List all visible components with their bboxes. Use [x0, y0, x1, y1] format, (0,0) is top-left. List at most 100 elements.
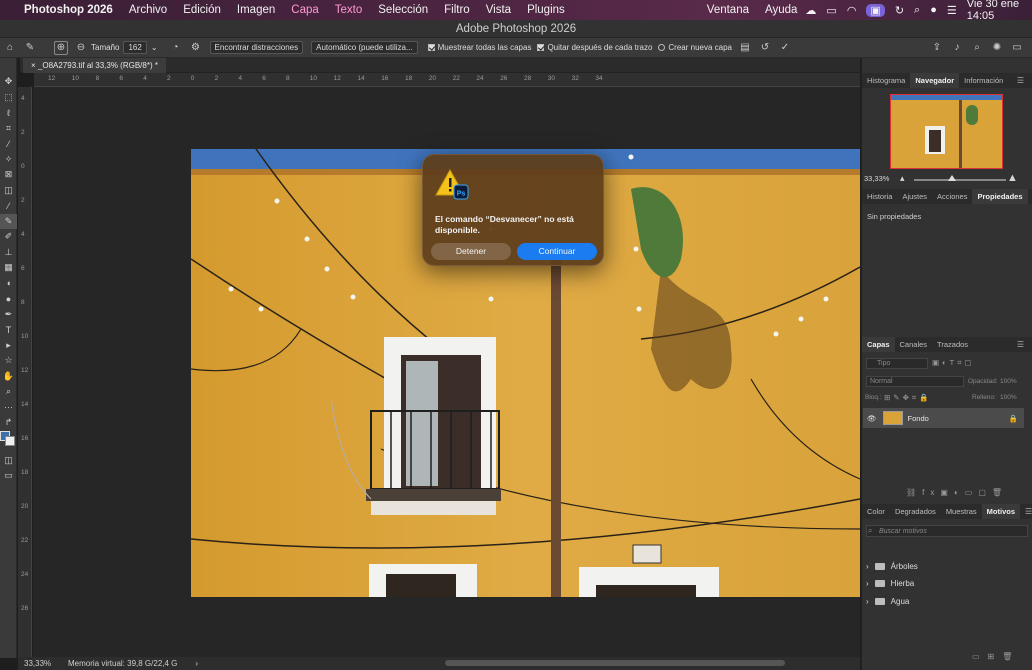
panel-menu-icon-4[interactable]: ☰ [1020, 504, 1032, 519]
folder-expand-icon[interactable]: › [866, 597, 869, 606]
folder-hierba[interactable]: › Hierba [866, 575, 1024, 591]
subtract-mode-icon[interactable]: ⊖ [74, 41, 88, 55]
menu-capa[interactable]: Capa [283, 4, 327, 16]
gradient-tool-icon[interactable]: ▦ [0, 260, 17, 276]
more-tools-icon[interactable]: ··· [0, 400, 17, 416]
wifi-icon[interactable]: ◠ [847, 4, 857, 17]
clock[interactable]: Vie 30 ene 14:05 [967, 0, 1024, 22]
brush-tool-icon[interactable]: ✐ [0, 229, 17, 245]
creative-cloud-icon[interactable]: ☁ [805, 4, 816, 17]
folder-expand-icon[interactable]: › [866, 562, 869, 571]
zoom-out-icon[interactable]: ▴ [900, 173, 905, 184]
panel-menu-icon-2[interactable]: ☰ [1028, 189, 1032, 204]
memory-info[interactable]: Memoria virtual: 39,8 G/22,4 G [68, 659, 177, 668]
siri-icon[interactable]: ● [930, 4, 937, 16]
zoom-slider-thumb[interactable] [948, 175, 956, 181]
remove-tool-icon-active[interactable]: ✎ [0, 213, 17, 229]
layer-filter-icons[interactable]: ▣◐T⌗▢ [932, 358, 975, 368]
navigator-zoom[interactable]: 33,33% [864, 174, 889, 183]
document-tab[interactable]: × _O8A2793.tif al 33,3% (RGB/8*) * [23, 58, 166, 73]
type-tool-icon[interactable]: T [0, 322, 17, 338]
swap-colors-icon[interactable]: ↱ [0, 415, 17, 431]
lasso-tool-icon[interactable]: ℓ [0, 105, 17, 121]
battery-icon[interactable]: ▭ [826, 4, 836, 17]
frame-tool-icon[interactable]: ⊠ [0, 167, 17, 183]
menu-filtro[interactable]: Filtro [436, 4, 478, 16]
remove-tool-icon[interactable]: ✎ [23, 41, 37, 55]
tab-motivos[interactable]: Motivos [981, 504, 1020, 519]
layer-row[interactable]: 👁 Fondo 🔒 [863, 408, 1024, 428]
size-dropdown-icon[interactable]: ⌄ [151, 43, 158, 52]
pen-tool-icon[interactable]: ✒ [0, 307, 17, 323]
navigator-thumbnail[interactable] [890, 94, 1003, 169]
comment-icon[interactable]: ▤ [738, 41, 752, 55]
tab-propiedades[interactable]: Propiedades [972, 189, 1028, 204]
layer-name[interactable]: Fondo [908, 414, 929, 423]
menu-ayuda[interactable]: Ayuda [757, 4, 805, 16]
menu-vista[interactable]: Vista [478, 4, 519, 16]
commit-check-icon[interactable]: ✓ [778, 41, 792, 55]
menu-seleccion[interactable]: Selección [370, 4, 436, 16]
brush-angle-icon[interactable]: ◔ [169, 41, 183, 55]
status-arrow-icon[interactable]: › [195, 659, 198, 668]
size-input[interactable]: 162 [123, 41, 147, 54]
search-icon[interactable]: ⌕ [914, 4, 920, 17]
horizontal-scrollbar[interactable] [445, 660, 785, 666]
menu-extra-icon[interactable]: ☰ [947, 4, 957, 17]
tab-muestras[interactable]: Muestras [941, 504, 982, 519]
quick-mask-icon[interactable]: ◫ [0, 453, 17, 469]
menu-archivo[interactable]: Archivo [121, 4, 175, 16]
bell-icon[interactable]: ♪ [950, 41, 964, 55]
quick-select-tool-icon[interactable]: ✧ [0, 152, 17, 168]
zoom-in-icon[interactable]: ▲ [1007, 172, 1018, 184]
panel-menu-icon-3[interactable]: ☰ [1012, 337, 1029, 352]
canvas-area[interactable]: Ps El comando “Desvanecer” no está dispo… [33, 87, 860, 657]
tab-navegador[interactable]: Navegador [910, 73, 960, 88]
menu-edicion[interactable]: Edición [175, 4, 229, 16]
add-mode-icon[interactable]: ⊕ [54, 40, 68, 55]
screen-mode-icon[interactable]: ▭ [0, 468, 17, 484]
crop-tool-icon[interactable]: ⌗ [0, 121, 17, 137]
mode-select[interactable]: Automático (puede utiliza... [311, 41, 418, 54]
tab-histograma[interactable]: Histograma [862, 73, 910, 88]
move-tool-icon[interactable]: ✥ [0, 74, 17, 90]
navigator-zoom-slider[interactable] [914, 175, 1006, 181]
folder-arboles[interactable]: › Árboles [866, 558, 1024, 574]
fill-value[interactable]: 100% [1000, 394, 1017, 401]
pattern-search-input[interactable]: Buscar motivos [866, 525, 1028, 537]
settings-gear-icon[interactable]: ⚙ [189, 41, 203, 55]
tab-degradados[interactable]: Degradados [890, 504, 941, 519]
workspace-icon[interactable]: ▭ [1010, 41, 1024, 55]
blur-tool-icon[interactable]: ◖ [0, 276, 17, 292]
color-sampler-tool-icon[interactable]: ⁄ [0, 198, 17, 214]
menu-ventana[interactable]: Ventana [699, 4, 757, 16]
search-options-icon[interactable]: ⌕ [970, 41, 984, 55]
continue-button[interactable]: Continuar [517, 243, 597, 260]
tab-acciones[interactable]: Acciones [932, 189, 972, 204]
blend-mode-select[interactable]: Normal [866, 376, 964, 387]
tab-color[interactable]: Color [862, 504, 890, 519]
sample-all-checkbox[interactable] [427, 44, 435, 51]
tab-capas[interactable]: Capas [862, 337, 895, 352]
shape-tool-icon[interactable]: ☆ [0, 353, 17, 369]
menu-plugins[interactable]: Plugins [519, 4, 573, 16]
time-machine-icon[interactable]: ↻ [895, 4, 904, 17]
stop-button[interactable]: Detener [431, 243, 511, 260]
find-distractions-button[interactable]: Encontrar distracciones [209, 41, 304, 54]
dodge-tool-icon[interactable]: ● [0, 291, 17, 307]
layer-filter-select[interactable]: Tipo [866, 358, 928, 369]
layer-footer-icons[interactable]: ⛓fx▣◐▭▢🗑 [906, 488, 1008, 497]
eyedropper-tool-icon[interactable]: ⁄ [0, 136, 17, 152]
color-swatches[interactable] [0, 430, 16, 453]
menu-app-name[interactable]: Photoshop 2026 [16, 4, 121, 16]
tab-ajustes[interactable]: Ajustes [897, 189, 932, 204]
folder-expand-icon[interactable]: › [866, 579, 869, 588]
lock-icons[interactable]: ⊞✎✥⌗🔒 [884, 393, 931, 403]
folder-agua[interactable]: › Agua [866, 593, 1024, 609]
path-select-tool-icon[interactable]: ▸ [0, 338, 17, 354]
stamp-tool-icon[interactable]: ⊥ [0, 245, 17, 261]
tab-informacion[interactable]: Información [959, 73, 1008, 88]
menu-texto[interactable]: Texto [327, 4, 371, 16]
eraser-tool-icon[interactable]: ◫ [0, 183, 17, 199]
hand-tool-icon[interactable]: ✋ [0, 369, 17, 385]
